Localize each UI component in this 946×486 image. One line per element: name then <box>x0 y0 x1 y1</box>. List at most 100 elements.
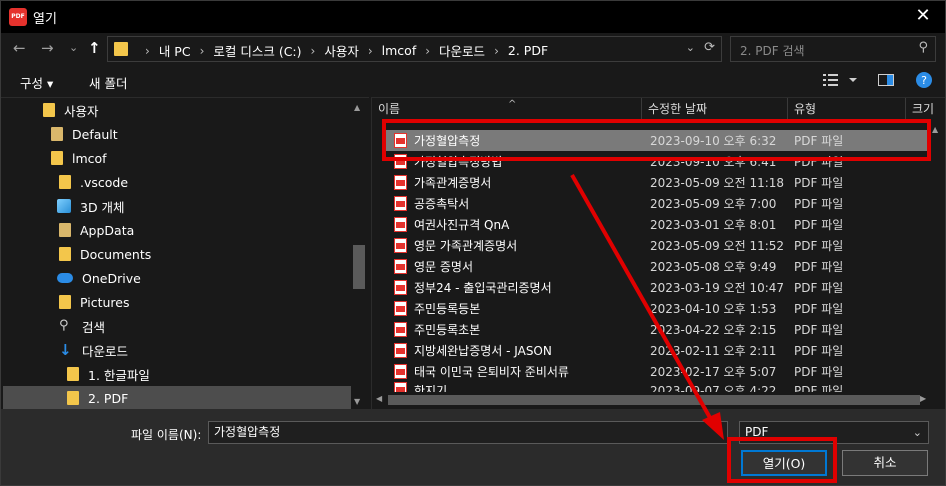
file-row[interactable]: 영문 가족관계증명서 2023-05-09 오전 11:52 PDF 파일 <box>386 235 930 256</box>
scrollbar-thumb[interactable] <box>353 245 365 289</box>
file-date: 2023-05-09 오전 11:52 <box>650 239 785 253</box>
breadcrumb-item[interactable]: 2. PDF <box>508 43 548 58</box>
tree-item-pictures[interactable]: Pictures <box>59 290 130 314</box>
pdf-file-icon <box>394 196 407 211</box>
tree-item-default[interactable]: Default <box>51 122 118 146</box>
close-icon[interactable]: ✕ <box>911 5 935 26</box>
preview-pane-icon[interactable] <box>878 72 894 91</box>
file-type: PDF 파일 <box>794 218 844 232</box>
file-row[interactable]: 가족관계증명서 2023-05-09 오전 11:18 PDF 파일 <box>386 172 930 193</box>
file-type: PDF 파일 <box>794 260 844 274</box>
breadcrumb-item[interactable]: lmcof <box>382 43 417 58</box>
file-row[interactable]: 공증촉탁서 2023-05-09 오후 7:00 PDF 파일 <box>386 193 930 214</box>
tree-item-pdf[interactable]: 2. PDF <box>3 386 351 410</box>
help-icon[interactable]: ? <box>915 71 933 92</box>
file-type: PDF 파일 <box>794 323 844 337</box>
column-header-type[interactable]: 유형 <box>788 98 906 121</box>
tree-item-hangul-files[interactable]: 1. 한글파일 <box>67 362 150 386</box>
forward-arrow-icon[interactable]: → <box>41 39 54 57</box>
file-row[interactable]: 주민등록등본 2023-04-10 오후 1:53 PDF 파일 <box>386 298 930 319</box>
tree-scrollbar[interactable]: ▲ ▼ <box>351 99 367 409</box>
file-list-vertical-scrollbar[interactable]: ▲ <box>930 121 944 392</box>
address-bar[interactable]: › 내 PC › 로컬 디스크 (C:) › 사용자 › lmcof › 다운로… <box>107 36 722 62</box>
scroll-left-icon[interactable]: ◀ <box>376 394 382 403</box>
pdf-file-icon <box>394 343 407 358</box>
chevron-right-icon: › <box>367 43 373 58</box>
file-date: 2023-04-22 오후 2:15 <box>650 323 777 337</box>
up-folder-arrow-icon[interactable]: ↑ <box>88 39 101 57</box>
scroll-down-icon[interactable]: ▼ <box>354 397 360 406</box>
tree-item-onedrive[interactable]: OneDrive <box>57 266 141 290</box>
column-header-date[interactable]: 수정한 날짜 <box>642 98 788 121</box>
refresh-icon[interactable]: ⟳ <box>704 40 715 55</box>
column-header-size[interactable]: 크기 <box>906 98 936 121</box>
tree-item-search[interactable]: ⚲ 검색 <box>59 314 105 338</box>
pdf-file-icon <box>394 364 407 379</box>
chevron-down-icon: ⌄ <box>912 426 922 439</box>
pdf-app-logo: PDF <box>9 8 27 26</box>
highlight-box-selected-file <box>382 119 931 161</box>
chevron-right-icon: › <box>199 43 205 58</box>
breadcrumb-item[interactable]: 다운로드 <box>439 41 485 60</box>
scroll-up-icon[interactable]: ▲ <box>932 125 938 134</box>
file-row[interactable]: 정부24 - 출입국관리증명서 2023-03-19 오전 10:47 PDF … <box>386 277 930 298</box>
folder-icon <box>114 42 128 56</box>
tree-item-3d-objects[interactable]: 3D 개체 <box>57 194 125 218</box>
search-icon[interactable]: ⚲ <box>918 40 928 55</box>
scroll-up-icon[interactable]: ▲ <box>354 103 360 112</box>
tree-item-label: AppData <box>80 222 135 238</box>
column-header-name[interactable]: 이름 ^ <box>372 98 642 121</box>
file-date: 2023-05-09 오후 7:00 <box>650 197 777 211</box>
filename-input[interactable]: 가정혈압측정 <box>208 421 728 444</box>
file-name: 가족관계증명서 <box>414 176 492 190</box>
pdf-file-icon <box>394 259 407 274</box>
recent-locations-chevron-icon[interactable]: ⌄ <box>69 41 78 54</box>
3d-objects-icon <box>57 199 71 213</box>
pdf-file-icon <box>394 280 407 295</box>
breadcrumb-item[interactable]: 내 PC <box>159 41 191 60</box>
organize-menu-button[interactable]: 구성 ▾ <box>20 73 53 92</box>
scroll-right-icon[interactable]: ▶ <box>920 394 926 403</box>
new-folder-button[interactable]: 새 폴더 <box>89 73 127 92</box>
chevron-right-icon: › <box>425 43 431 58</box>
file-row[interactable]: 지방세완납증명서 - JASON 2023-02-11 오후 2:11 PDF … <box>386 340 930 361</box>
breadcrumb-item[interactable]: 로컬 디스크 (C:) <box>213 41 301 60</box>
file-date: 2023-02-17 오후 5:07 <box>650 365 777 379</box>
tree-item-label: OneDrive <box>82 270 141 286</box>
view-options-icon[interactable] <box>823 72 857 91</box>
file-name: 여권사진규격 QnA <box>414 218 510 232</box>
pdf-file-icon <box>394 322 407 337</box>
file-row[interactable]: 주민등록초본 2023-04-22 오후 2:15 PDF 파일 <box>386 319 930 340</box>
tree-item-appdata[interactable]: AppData <box>59 218 134 242</box>
cancel-button[interactable]: 취소 <box>842 450 928 476</box>
breadcrumb-item[interactable]: 사용자 <box>324 41 359 60</box>
tree-item-vscode[interactable]: .vscode <box>59 170 128 194</box>
folder-icon <box>43 103 55 117</box>
tree-item-label: .vscode <box>80 174 129 190</box>
file-date: 2023-04-10 오후 1:53 <box>650 302 777 316</box>
tree-item-documents[interactable]: Documents <box>59 242 151 266</box>
tree-item-label: lmcof <box>72 150 107 166</box>
search-input[interactable]: 2. PDF 검색 ⚲ <box>730 36 936 62</box>
tree-item-label: 1. 한글파일 <box>88 367 150 383</box>
tree-item-users[interactable]: 사용자 <box>43 98 99 122</box>
file-row[interactable]: 여권사진규격 QnA 2023-03-01 오후 8:01 PDF 파일 <box>386 214 930 235</box>
back-arrow-icon[interactable]: ← <box>13 39 26 57</box>
file-type: PDF 파일 <box>794 239 844 253</box>
file-list-horizontal-scrollbar[interactable]: ◀ ▶ <box>372 392 930 408</box>
folder-icon <box>67 367 79 381</box>
tree-item-label: 3D 개체 <box>80 199 125 215</box>
file-row[interactable]: 태국 이민국 은퇴비자 준비서류 2023-02-17 오후 5:07 PDF … <box>386 361 930 382</box>
pdf-file-icon <box>394 217 407 232</box>
tree-item-lmcof[interactable]: lmcof <box>51 146 107 170</box>
file-row[interactable]: 한지기 2023-09-07 오후 4:22 PDF 파일 <box>386 382 930 392</box>
file-name: 주민등록등본 <box>414 302 481 316</box>
address-dropdown-icon[interactable]: ⌄ <box>686 41 695 54</box>
tree-item-label: 2. PDF <box>88 390 129 406</box>
tree-item-downloads[interactable]: ↓ 다운로드 <box>59 338 128 362</box>
file-name: 영문 가족관계증명서 <box>414 239 518 253</box>
file-name: 한지기 <box>414 384 448 392</box>
scrollbar-thumb[interactable] <box>388 395 920 405</box>
navigation-tree: 사용자 Default lmcof .vscode 3D 개체 AppData … <box>1 97 369 410</box>
file-row[interactable]: 영문 증명서 2023-05-08 오후 9:49 PDF 파일 <box>386 256 930 277</box>
